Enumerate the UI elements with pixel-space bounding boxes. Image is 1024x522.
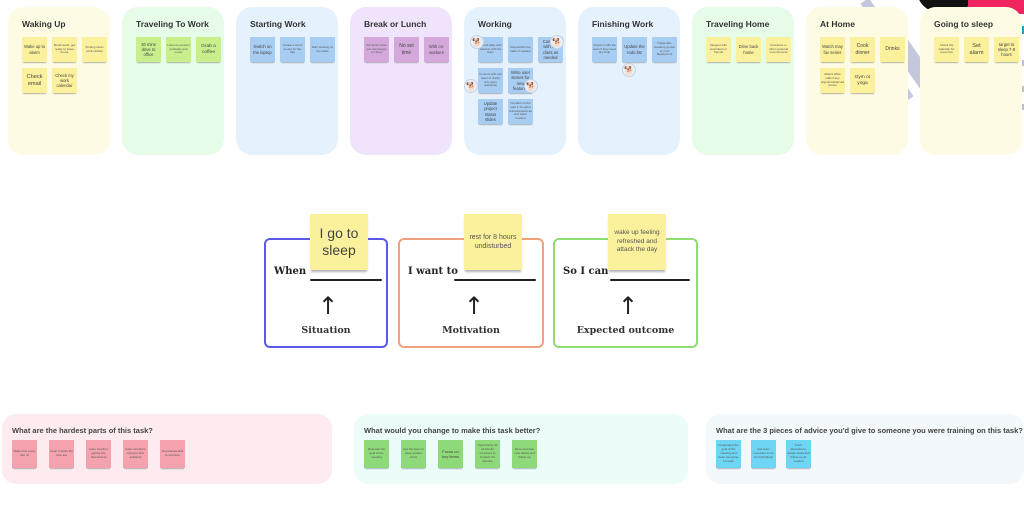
stage-title: Finishing Work	[592, 19, 654, 29]
sticky-note[interactable]: Ask team members to be short (Politely)	[751, 440, 776, 468]
stage-working[interactable]: Working Attend daily with standup with t…	[464, 7, 566, 155]
stage-title: Traveling Home	[706, 19, 770, 29]
sticky-note[interactable]: team members trying to find solutions	[123, 440, 148, 468]
collaborator-avatar-icon[interactable]: 🐕	[550, 35, 564, 49]
sticky-note[interactable]: More accurate note taking and follow-up	[512, 440, 537, 468]
stage-title: Working	[478, 19, 512, 29]
when-label: When	[274, 266, 307, 277]
question-title: What would you change to make this task …	[364, 426, 541, 435]
collaborator-avatar-icon[interactable]: 🐕	[622, 63, 636, 77]
stage-title: Going to sleep	[934, 19, 994, 29]
sticky-note[interactable]: With co-workers	[424, 37, 449, 62]
sticky-note[interactable]: Drinks	[880, 37, 905, 62]
sticky-note[interactable]: 30 mins drive to office	[136, 37, 161, 62]
sticky-note[interactable]: Brush teeth, get ready to leave house	[52, 37, 77, 62]
stage-title: Starting Work	[250, 19, 306, 29]
stage-traveling-home[interactable]: Traveling Home hangout with coworkers or…	[692, 7, 794, 155]
sticky-note-motivation[interactable]: rest for 8 hours undisturbed	[464, 214, 522, 270]
stage-going-to-sleep[interactable]: Going to sleep Check the calendar for to…	[920, 7, 1022, 155]
sticky-note[interactable]: Set alarm	[964, 37, 989, 62]
sticky-note[interactable]: No set time	[394, 37, 419, 62]
sticky-note[interactable]: Attend office calls if any urgent/unplan…	[820, 68, 845, 93]
question-hardest-parts[interactable]: What are the hardest parts of this task?…	[2, 414, 332, 484]
sticky-note[interactable]: Wake up to alarm	[22, 37, 47, 62]
sticky-note[interactable]: Watch may fav series	[820, 37, 845, 62]
question-change-to-improve[interactable]: What would you change to make this task …	[354, 414, 688, 484]
situation-caption: Situation	[301, 325, 351, 336]
question-title: What are the hardest parts of this task?	[12, 426, 153, 435]
stage-title: At Home	[820, 19, 855, 29]
collaborator-avatar-icon[interactable]: 🐕	[464, 79, 478, 93]
sticky-note[interactable]: Get lunch when you are hungry (or free)	[364, 37, 389, 62]
blank-line	[610, 279, 690, 281]
question-title: What are the 3 pieces of advice you'd gi…	[716, 426, 1023, 435]
motivation-caption: Motivation	[442, 325, 500, 336]
sticky-note[interactable]: Start working on the tasks	[310, 37, 335, 62]
up-arrow-icon: ↑	[464, 292, 485, 320]
sticky-note[interactable]: target to sleep 7-8 hours	[994, 37, 1019, 62]
sticky-note[interactable]: Update the todo list	[622, 37, 647, 62]
sticky-note[interactable]: hangout with coworkers or friends	[706, 37, 731, 62]
sticky-note[interactable]: team member getting into discussions	[86, 440, 111, 468]
sticky-note[interactable]: Reiterate the goal of the meeting	[364, 440, 389, 468]
sticky-note[interactable]: Gym or yoga	[850, 68, 875, 93]
stage-traveling-to-work[interactable]: Traveling To Work 30 mins drive to offic…	[122, 7, 224, 155]
sticky-note[interactable]: Ask the team to keep update short	[401, 440, 426, 468]
sticky-note[interactable]: Check my work calendar	[52, 68, 77, 93]
stage-finishing-work[interactable]: Finishing Work Check in with the team if…	[578, 7, 680, 155]
sticky-note[interactable]: Check in with the team if they need any …	[592, 37, 617, 62]
sticky-note[interactable]: Cook dinner	[850, 37, 875, 62]
up-arrow-icon: ↑	[618, 292, 639, 320]
stage-title: Waking Up	[22, 19, 66, 29]
stage-title: Break or Lunch	[364, 19, 427, 29]
stage-starting-work[interactable]: Starting Work Switch on the laptop Creat…	[236, 7, 338, 155]
stage-break-or-lunch[interactable]: Break or Lunch Get lunch when you are hu…	[350, 7, 452, 155]
expected-outcome-caption: Expected outcome	[576, 325, 675, 336]
sticky-note[interactable]: Reprioritize the tasks if needed	[508, 37, 533, 62]
sticky-note[interactable]: Track discussions, assign tasks and foll…	[786, 440, 811, 468]
sticky-note[interactable]: Update project status slides	[478, 99, 503, 124]
sticky-note[interactable]: Drive back home	[736, 37, 761, 62]
sticky-note[interactable]: Sometimes lack to structure	[160, 440, 185, 468]
blank-line	[310, 279, 382, 281]
sticky-note-situation[interactable]: I go to sleep	[310, 214, 368, 270]
sticky-note[interactable]: Switch on the laptop	[250, 37, 275, 62]
stage-at-home[interactable]: At Home Watch may fav series Cook dinner…	[806, 7, 908, 155]
sticky-note[interactable]: Groceries or other personal commitments	[766, 37, 791, 62]
sticky-note[interactable]: Create a list of to-dos for the day	[280, 37, 305, 62]
sticky-note[interactable]: Connect with dev team to clarify any ope…	[478, 68, 503, 93]
sticky-note[interactable]: Opportunity for all-hands/ members to co…	[475, 440, 500, 468]
sticky-note[interactable]: Grab a coffee	[196, 37, 221, 62]
sticky-note[interactable]: Check email	[22, 68, 47, 93]
stage-waking-up[interactable]: Waking Up Wake up to alarm Brush teeth, …	[8, 7, 110, 155]
sticky-note-outcome[interactable]: wake up feeling refreshed and attack the…	[608, 214, 666, 270]
collaborator-avatar-icon[interactable]: 🐕	[524, 79, 538, 93]
up-arrow-icon: ↑	[318, 292, 339, 320]
stage-title: Traveling To Work	[136, 19, 209, 29]
whiteboard-canvas[interactable]: Waking Up Wake up to alarm Brush teeth, …	[0, 0, 1024, 522]
i-want-to-label: I want to	[408, 266, 458, 277]
so-i-can-label: So I can	[563, 266, 609, 277]
sticky-note[interactable]: Understand the goal of the meeting and k…	[716, 440, 741, 468]
collaborator-avatar-icon[interactable]: 🐕	[470, 35, 484, 49]
sticky-note[interactable]: Finding clean work clothes	[82, 37, 107, 62]
sticky-note[interactable]: Listen to product podcasts and music	[166, 37, 191, 62]
sticky-note[interactable]: Check the calendar for tomorrow	[934, 37, 959, 62]
sticky-note[interactable]: Triage late-breaking go-live or prod dep…	[652, 37, 677, 62]
question-advice-for-trainee[interactable]: What are the 3 pieces of advice you'd gi…	[706, 414, 1024, 484]
sticky-note[interactable]: Conduct on the spot 1:1s sprint retros/r…	[508, 99, 533, 124]
sticky-note[interactable]: Keep it within the time set	[49, 440, 74, 468]
blank-line	[454, 279, 536, 281]
sticky-note[interactable]: Focus on key items	[438, 440, 463, 468]
sticky-note[interactable]: Make time every day :D	[12, 440, 37, 468]
